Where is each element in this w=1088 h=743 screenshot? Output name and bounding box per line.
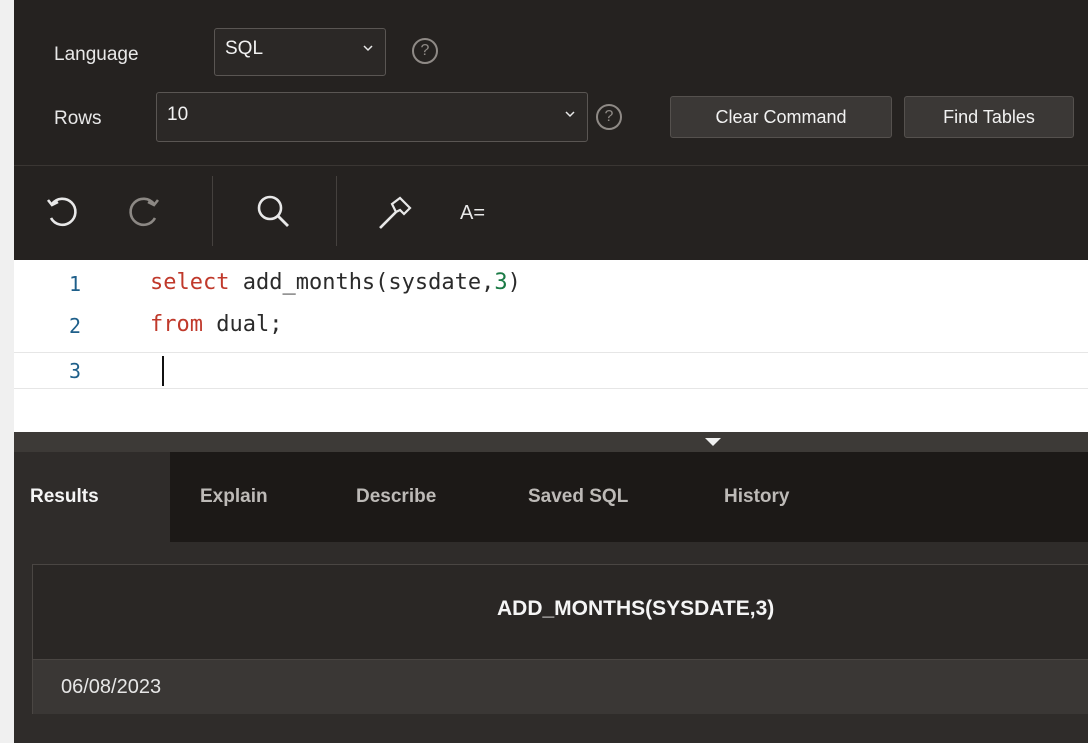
line-number: 3 xyxy=(69,359,82,383)
sql-editor[interactable]: 1 select add_months(sysdate,3) 2 from du… xyxy=(14,260,1088,432)
language-select[interactable]: SQL xyxy=(214,28,386,76)
rows-select-value: 10 xyxy=(167,104,189,125)
text-cursor xyxy=(162,356,164,386)
command-controls: Language SQL ? Rows 10 ? Clear Command F… xyxy=(14,0,1088,166)
code-line: 1 select add_months(sysdate,3) xyxy=(14,266,1088,301)
code-keyword: select xyxy=(150,270,230,295)
table-cell: 06/08/2023 xyxy=(61,676,162,698)
code-keyword: from xyxy=(150,312,203,337)
left-border xyxy=(0,0,14,743)
caret-down-icon[interactable] xyxy=(705,438,721,446)
rows-help-icon[interactable]: ? xyxy=(596,104,622,130)
language-select-value: SQL xyxy=(225,38,264,59)
results-pane: ADD_MONTHS(SYSDATE,3) 06/08/2023 xyxy=(14,542,1088,743)
results-table: ADD_MONTHS(SYSDATE,3) 06/08/2023 xyxy=(32,564,1088,714)
redo-icon[interactable] xyxy=(124,194,162,232)
tab-explain[interactable]: Explain xyxy=(184,452,284,542)
clear-command-button[interactable]: Clear Command xyxy=(670,96,892,138)
code-plain: add_months(sysdate, xyxy=(229,270,495,295)
toolbar-separator xyxy=(336,176,337,246)
column-header[interactable]: ADD_MONTHS(SYSDATE,3) xyxy=(497,597,774,621)
table-row[interactable]: 06/08/2023 xyxy=(33,660,1088,714)
rows-select[interactable]: 10 xyxy=(156,92,588,142)
search-icon[interactable] xyxy=(254,192,294,232)
pane-splitter[interactable] xyxy=(14,432,1088,452)
code-text: select add_months(sysdate,3) xyxy=(150,270,521,295)
line-number: 1 xyxy=(69,272,82,296)
code-text: from dual; xyxy=(150,312,282,337)
format-icon[interactable]: A= xyxy=(460,202,485,225)
code-line-active: 3 xyxy=(14,352,1088,389)
tab-saved-sql[interactable]: Saved SQL xyxy=(512,452,644,542)
toolbar-separator xyxy=(212,176,213,246)
undo-icon[interactable] xyxy=(44,194,82,232)
chevron-down-icon xyxy=(565,111,575,118)
find-tables-button[interactable]: Find Tables xyxy=(904,96,1074,138)
hammer-icon[interactable] xyxy=(374,192,416,234)
code-plain: dual; xyxy=(202,312,283,337)
chevron-down-icon xyxy=(363,45,373,52)
code-number: 3 xyxy=(494,270,508,295)
code-plain: ) xyxy=(507,270,521,295)
sql-workshop: Language SQL ? Rows 10 ? Clear Command F… xyxy=(0,0,1088,743)
tab-describe[interactable]: Describe xyxy=(340,452,452,542)
language-help-icon[interactable]: ? xyxy=(412,38,438,64)
result-tabs: Results Explain Describe Saved SQL Histo… xyxy=(14,452,1088,542)
tab-results[interactable]: Results xyxy=(14,452,170,542)
table-header: ADD_MONTHS(SYSDATE,3) xyxy=(33,565,1088,660)
rows-label: Rows xyxy=(54,108,102,129)
language-label: Language xyxy=(54,44,139,65)
line-number: 2 xyxy=(69,314,82,338)
tab-history[interactable]: History xyxy=(708,452,805,542)
code-line: 2 from dual; xyxy=(14,308,1088,343)
editor-toolbar: A= xyxy=(14,166,1088,260)
